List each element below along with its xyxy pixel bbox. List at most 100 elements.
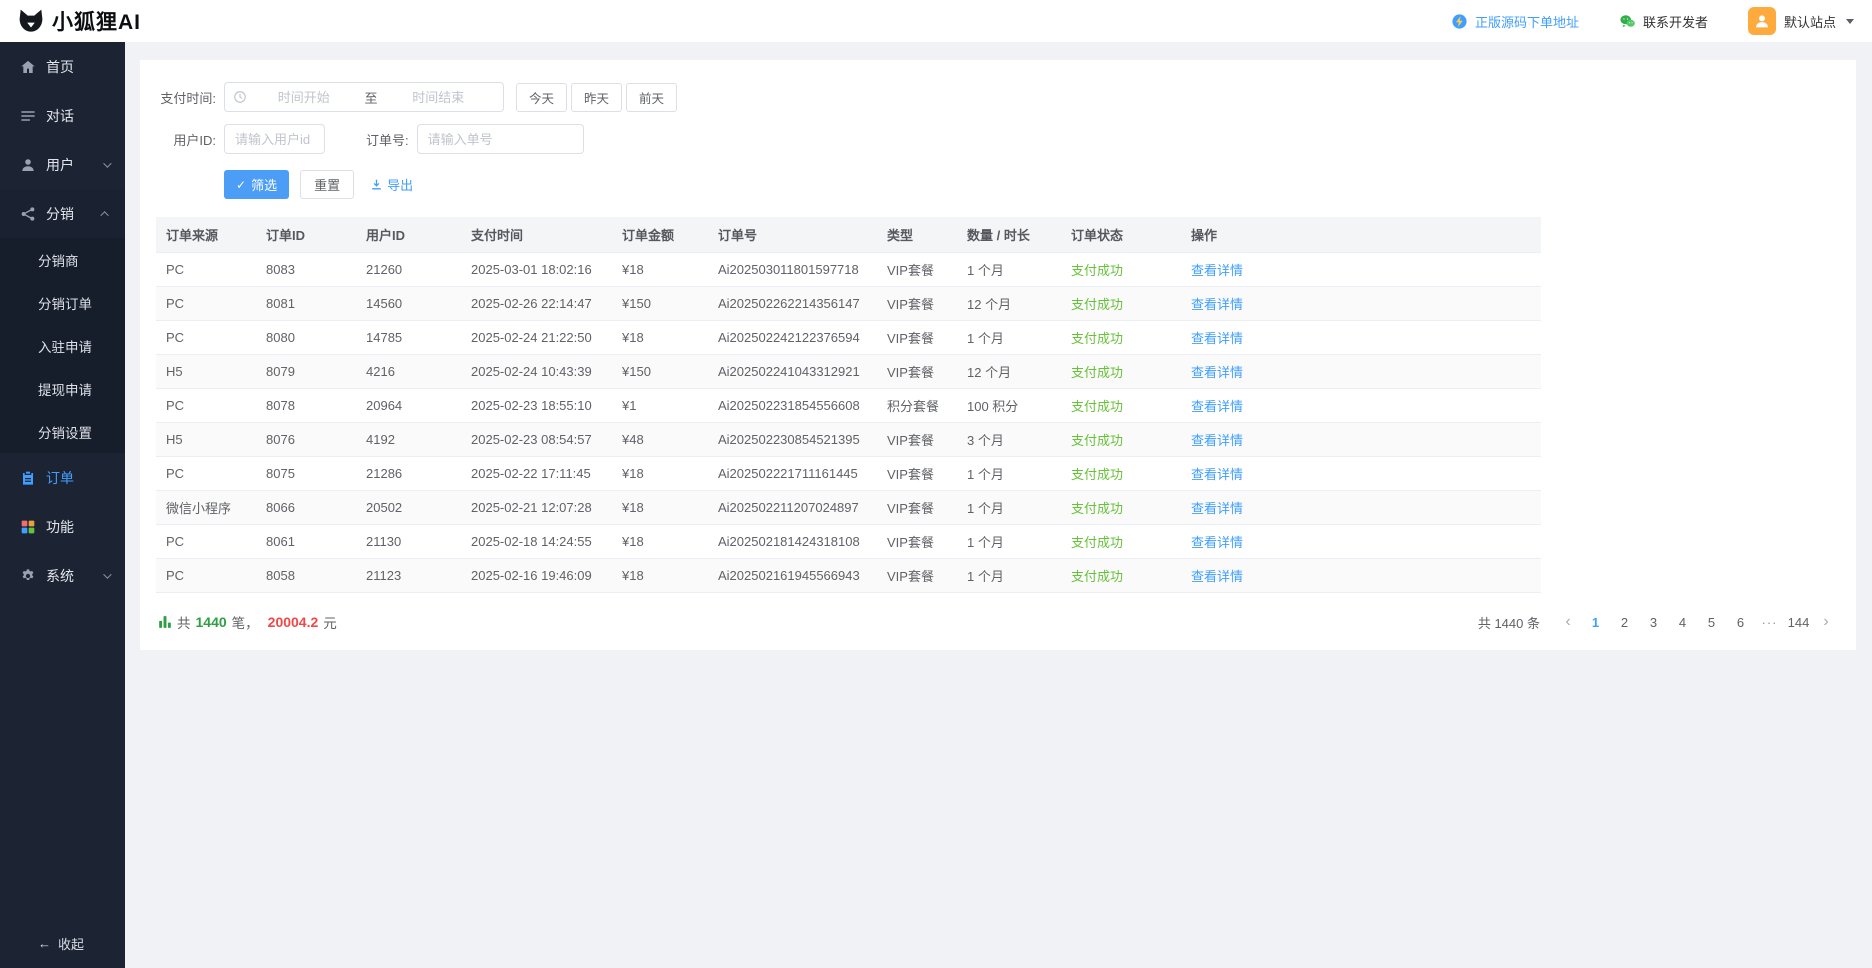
- page-button-5[interactable]: 5: [1698, 609, 1725, 636]
- table-row: PC8081145602025-02-26 22:14:47¥150Ai2025…: [156, 286, 1541, 320]
- view-detail-link[interactable]: 查看详情: [1191, 535, 1243, 550]
- main-content: 支付时间: 至 今天昨天前天 用户ID:: [125, 42, 1872, 968]
- sidebar-subitem-distributors[interactable]: 分销商: [0, 238, 125, 281]
- cell-user-id: 14560: [356, 286, 461, 320]
- time-end-input[interactable]: [382, 90, 496, 105]
- sidebar-item-features[interactable]: 功能: [0, 502, 125, 551]
- filter-panel: 支付时间: 至 今天昨天前天 用户ID:: [156, 82, 1840, 199]
- view-detail-link[interactable]: 查看详情: [1191, 501, 1243, 516]
- view-detail-link[interactable]: 查看详情: [1191, 263, 1243, 278]
- cell-order-id: 8080: [256, 320, 356, 354]
- cell-actions: 查看详情: [1181, 490, 1541, 524]
- cell-source: H5: [156, 422, 256, 456]
- time-start-input[interactable]: [247, 90, 361, 105]
- cell-source: PC: [156, 558, 256, 592]
- site-selector[interactable]: 默认站点: [1748, 7, 1854, 35]
- cell-pay-time: 2025-02-22 17:11:45: [461, 456, 612, 490]
- sidebar: 首页对话用户分销分销商分销订单入驻申请提现申请分销设置订单功能系统 ← 收起: [0, 42, 125, 968]
- sidebar-item-distribution[interactable]: 分销: [0, 189, 125, 238]
- cell-actions: 查看详情: [1181, 422, 1541, 456]
- page-button-6[interactable]: 6: [1727, 609, 1754, 636]
- sidebar-subitem-join-apply[interactable]: 入驻申请: [0, 324, 125, 367]
- table-row: PC8080147852025-02-24 21:22:50¥18Ai20250…: [156, 320, 1541, 354]
- page-button-4[interactable]: 4: [1669, 609, 1696, 636]
- cell-pay-time: 2025-02-21 12:07:28: [461, 490, 612, 524]
- cell-pay-time: 2025-02-16 19:46:09: [461, 558, 612, 592]
- page-button-1[interactable]: 1: [1582, 609, 1609, 636]
- summary-count-unit: 笔，: [232, 612, 259, 632]
- filter-button-label: 筛选: [251, 175, 277, 194]
- sidebar-item-chat[interactable]: 对话: [0, 91, 125, 140]
- cell-type: VIP套餐: [877, 456, 957, 490]
- sidebar-collapse-button[interactable]: ← 收起: [0, 918, 125, 968]
- page-button-3[interactable]: 3: [1640, 609, 1667, 636]
- view-detail-link[interactable]: 查看详情: [1191, 569, 1243, 584]
- cell-order-no: Ai202502221711161445: [708, 456, 877, 490]
- sidebar-subitem-distribution-orders[interactable]: 分销订单: [0, 281, 125, 324]
- column-header: 支付时间: [461, 217, 612, 252]
- cell-amount: ¥1: [612, 388, 708, 422]
- quick-filter-yesterday[interactable]: 昨天: [571, 83, 622, 112]
- prev-page-button[interactable]: ‹: [1556, 609, 1580, 636]
- cell-order-id: 8078: [256, 388, 356, 422]
- table-row: PC8078209642025-02-23 18:55:10¥1Ai202502…: [156, 388, 1541, 422]
- cell-type: VIP套餐: [877, 524, 957, 558]
- layout: 首页对话用户分销分销商分销订单入驻申请提现申请分销设置订单功能系统 ← 收起 支…: [0, 42, 1872, 968]
- genuine-source-link[interactable]: 正版源码下单地址: [1451, 12, 1579, 31]
- cell-amount: ¥150: [612, 354, 708, 388]
- filter-button[interactable]: ✓ 筛选: [224, 170, 289, 199]
- sidebar-item-label: 用户: [46, 155, 74, 175]
- site-name: 默认站点: [1784, 12, 1836, 31]
- cell-amount: ¥48: [612, 422, 708, 456]
- next-page-button[interactable]: ›: [1814, 609, 1838, 636]
- view-detail-link[interactable]: 查看详情: [1191, 433, 1243, 448]
- sidebar-subitem-distribution-settings[interactable]: 分销设置: [0, 410, 125, 453]
- summary-prefix: 共: [177, 612, 191, 632]
- order-no-input[interactable]: [417, 124, 584, 154]
- column-header: 操作: [1181, 217, 1541, 252]
- export-button[interactable]: 导出: [370, 175, 413, 194]
- user-id-input[interactable]: [224, 124, 325, 154]
- chevron-down-icon: [103, 159, 111, 167]
- cell-amount: ¥18: [612, 490, 708, 524]
- order-status: 支付成功: [1061, 422, 1181, 456]
- quick-filter-today[interactable]: 今天: [516, 83, 567, 112]
- cell-order-no: Ai202502161945566943: [708, 558, 877, 592]
- view-detail-link[interactable]: 查看详情: [1191, 467, 1243, 482]
- cell-user-id: 20964: [356, 388, 461, 422]
- contact-developer-link[interactable]: 联系开发者: [1619, 12, 1708, 31]
- page-button-144[interactable]: 144: [1785, 609, 1812, 636]
- bolt-icon: [1451, 13, 1468, 30]
- cell-quantity: 1 个月: [957, 490, 1061, 524]
- cell-amount: ¥150: [612, 286, 708, 320]
- table-row: H5807641922025-02-23 08:54:57¥48Ai202502…: [156, 422, 1541, 456]
- sidebar-item-home[interactable]: 首页: [0, 42, 125, 91]
- sidebar-item-label: 系统: [46, 566, 74, 586]
- sidebar-item-system[interactable]: 系统: [0, 551, 125, 600]
- page-button-2[interactable]: 2: [1611, 609, 1638, 636]
- cell-quantity: 1 个月: [957, 320, 1061, 354]
- reset-button[interactable]: 重置: [300, 170, 354, 199]
- cell-source: PC: [156, 320, 256, 354]
- cell-quantity: 12 个月: [957, 354, 1061, 388]
- cell-pay-time: 2025-02-23 18:55:10: [461, 388, 612, 422]
- cell-pay-time: 2025-03-01 18:02:16: [461, 252, 612, 286]
- view-detail-link[interactable]: 查看详情: [1191, 331, 1243, 346]
- order-status: 支付成功: [1061, 558, 1181, 592]
- sidebar-item-orders[interactable]: 订单: [0, 453, 125, 502]
- sidebar-subitem-withdraw-apply[interactable]: 提现申请: [0, 367, 125, 410]
- cell-actions: 查看详情: [1181, 456, 1541, 490]
- cell-quantity: 12 个月: [957, 286, 1061, 320]
- table-row: PC8058211232025-02-16 19:46:09¥18Ai20250…: [156, 558, 1541, 592]
- quick-filter-day-before[interactable]: 前天: [626, 83, 677, 112]
- time-range-picker[interactable]: 至: [224, 82, 504, 112]
- clock-icon: [233, 90, 247, 104]
- sidebar-item-users[interactable]: 用户: [0, 140, 125, 189]
- view-detail-link[interactable]: 查看详情: [1191, 297, 1243, 312]
- table-row: H5807942162025-02-24 10:43:39¥150Ai20250…: [156, 354, 1541, 388]
- view-detail-link[interactable]: 查看详情: [1191, 399, 1243, 414]
- table-header-row: 订单来源订单ID用户ID支付时间订单金额订单号类型数量 / 时长订单状态操作: [156, 217, 1541, 252]
- view-detail-link[interactable]: 查看详情: [1191, 365, 1243, 380]
- cell-order-no: Ai202503011801597718: [708, 252, 877, 286]
- cell-order-id: 8075: [256, 456, 356, 490]
